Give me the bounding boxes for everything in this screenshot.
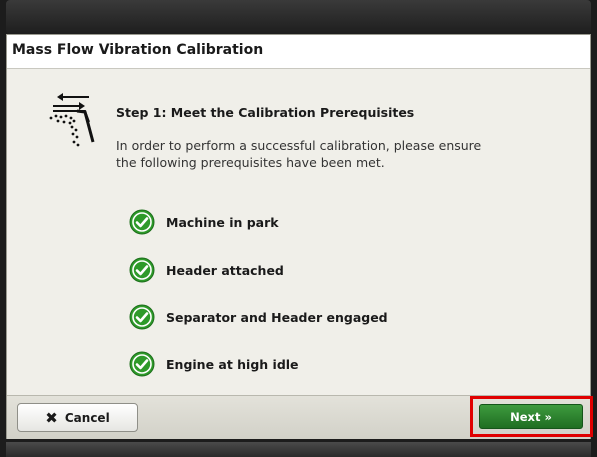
cancel-button-label: Cancel	[64, 410, 110, 425]
prerequisite-item: Header attached	[129, 257, 284, 283]
check-circle-icon	[129, 257, 155, 283]
next-button-highlight: Next »	[470, 396, 593, 437]
next-button-label: Next »	[510, 409, 552, 424]
prerequisite-label: Engine at high idle	[166, 356, 299, 372]
prerequisite-label: Header attached	[166, 262, 284, 278]
mass-flow-sensor-icon	[49, 93, 95, 147]
step-description-line-2: the following prerequisites have been me…	[116, 155, 385, 170]
cancel-button[interactable]: ✖ Cancel	[17, 403, 138, 432]
check-circle-icon	[129, 209, 155, 235]
prerequisite-item: Machine in park	[129, 209, 279, 235]
screen: Mass Flow Vibration Calibration Step 1: …	[0, 0, 597, 457]
dialog-title: Mass Flow Vibration Calibration	[12, 42, 264, 58]
prerequisite-item: Separator and Header engaged	[129, 304, 388, 330]
prerequisite-label: Machine in park	[166, 214, 279, 230]
dialog-header: Mass Flow Vibration Calibration	[7, 35, 590, 69]
dialog-footer: ✖ Cancel Next »	[7, 395, 593, 439]
check-circle-icon	[129, 304, 155, 330]
close-icon: ✖	[45, 408, 58, 427]
step-title: Step 1: Meet the Calibration Prerequisit…	[116, 105, 415, 120]
check-circle-icon	[129, 351, 155, 377]
background-bottom-bar	[6, 442, 591, 457]
step-description: In order to perform a successful calibra…	[116, 137, 536, 171]
prerequisite-label: Separator and Header engaged	[166, 309, 388, 325]
next-button[interactable]: Next »	[479, 404, 583, 429]
background-top-bar	[6, 0, 591, 34]
step-description-line-1: In order to perform a successful calibra…	[116, 138, 482, 153]
prerequisite-item: Engine at high idle	[129, 351, 299, 377]
calibration-dialog: Mass Flow Vibration Calibration Step 1: …	[6, 34, 593, 439]
